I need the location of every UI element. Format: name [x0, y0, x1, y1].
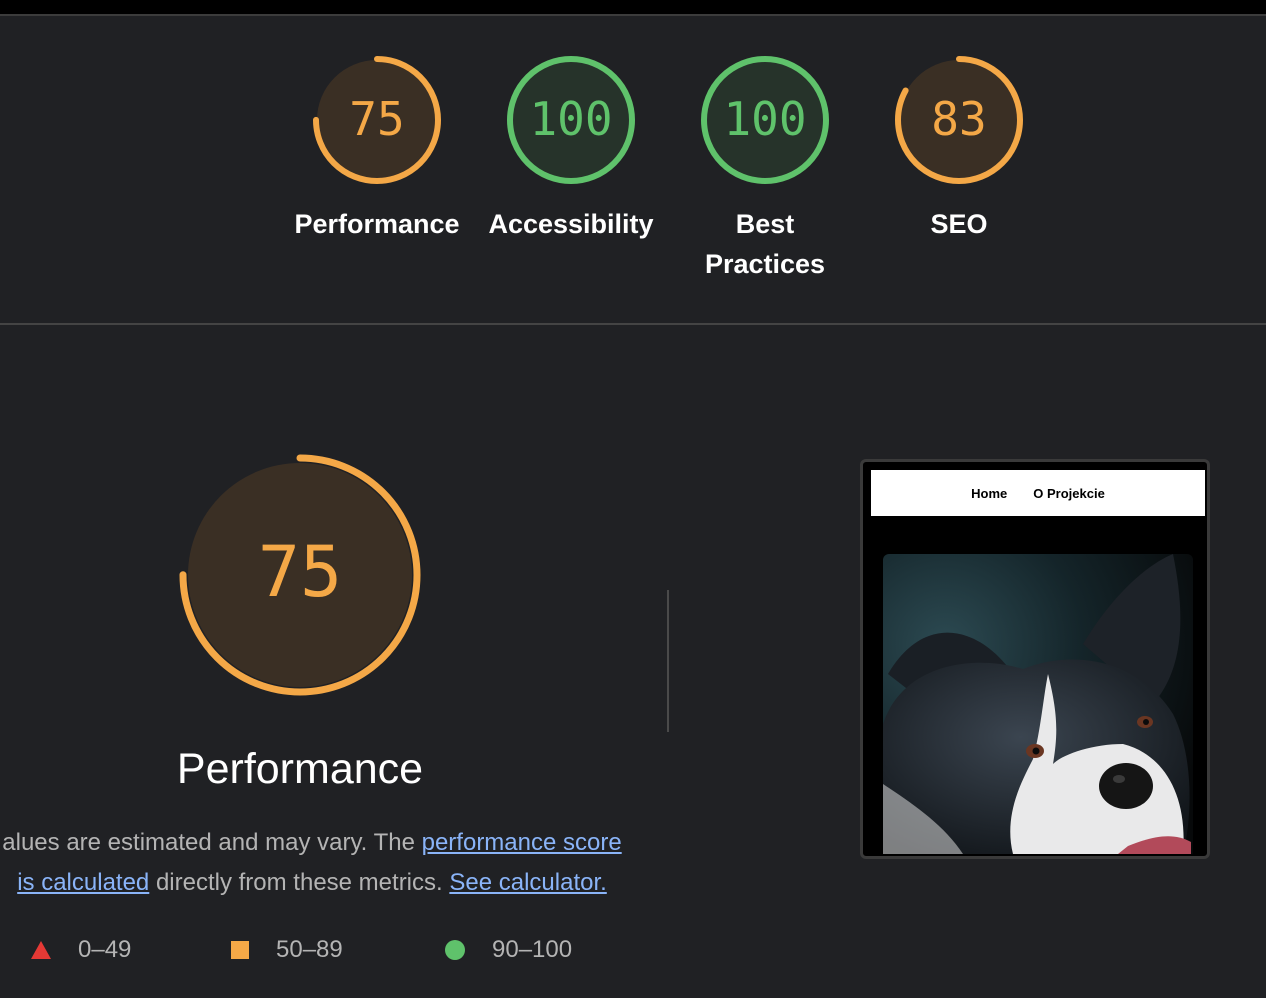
vertical-divider	[667, 590, 669, 732]
gauge-label: Performance	[294, 209, 460, 239]
preview-nav-home: Home	[971, 485, 1008, 501]
desc-text: alues are estimated and may vary. The	[2, 829, 422, 856]
top-bar	[0, 0, 1266, 14]
performance-description: alues are estimated and may vary. The pe…	[0, 823, 632, 903]
legend-fail: 0–49	[30, 936, 131, 964]
performance-score-link[interactable]: performance score	[422, 829, 622, 856]
gauge-label: SEO	[930, 209, 988, 239]
gauge-best-practices[interactable]: 100 Best Practices	[699, 54, 831, 279]
gauge-label: Accessibility	[488, 209, 654, 239]
score-legend: 0–49 50–89 90–100	[0, 936, 640, 968]
gauge-seo[interactable]: 83 SEO	[893, 54, 1025, 239]
gauge-score: 75	[349, 92, 405, 146]
performance-score: 75	[257, 531, 343, 613]
performance-gauge-large: 75	[178, 453, 422, 697]
gauge-performance[interactable]: 75 Performance	[294, 54, 460, 239]
legend-pass: 90–100	[444, 936, 572, 964]
gauge-score: 100	[723, 92, 807, 146]
preview-dog-photo	[883, 554, 1193, 854]
legend-average-range: 50–89	[276, 936, 343, 963]
circle-icon	[445, 940, 465, 960]
legend-fail-range: 0–49	[78, 936, 132, 963]
is-calculated-link[interactable]: is calculated	[17, 869, 149, 896]
triangle-icon	[31, 941, 51, 959]
gauge-score: 83	[931, 92, 987, 146]
top-divider	[0, 14, 1266, 16]
legend-pass-range: 90–100	[492, 936, 573, 963]
gauge-accessibility[interactable]: 100 Accessibility	[488, 54, 654, 239]
performance-title: Performance	[176, 745, 424, 793]
preview-nav-project: O Projekcie	[1033, 485, 1105, 501]
desc-text: directly from these metrics.	[149, 869, 450, 896]
legend-average: 50–89	[230, 936, 343, 964]
section-divider	[0, 323, 1266, 325]
see-calculator-link[interactable]: See calculator.	[449, 869, 606, 896]
square-icon	[231, 941, 249, 959]
gauge-label: Best Practices	[704, 209, 826, 279]
gauge-score: 100	[529, 92, 613, 146]
preview-navbar: Home O Projekcie	[871, 470, 1205, 516]
page-screenshot-thumbnail[interactable]: Home O Projekcie	[860, 459, 1210, 859]
